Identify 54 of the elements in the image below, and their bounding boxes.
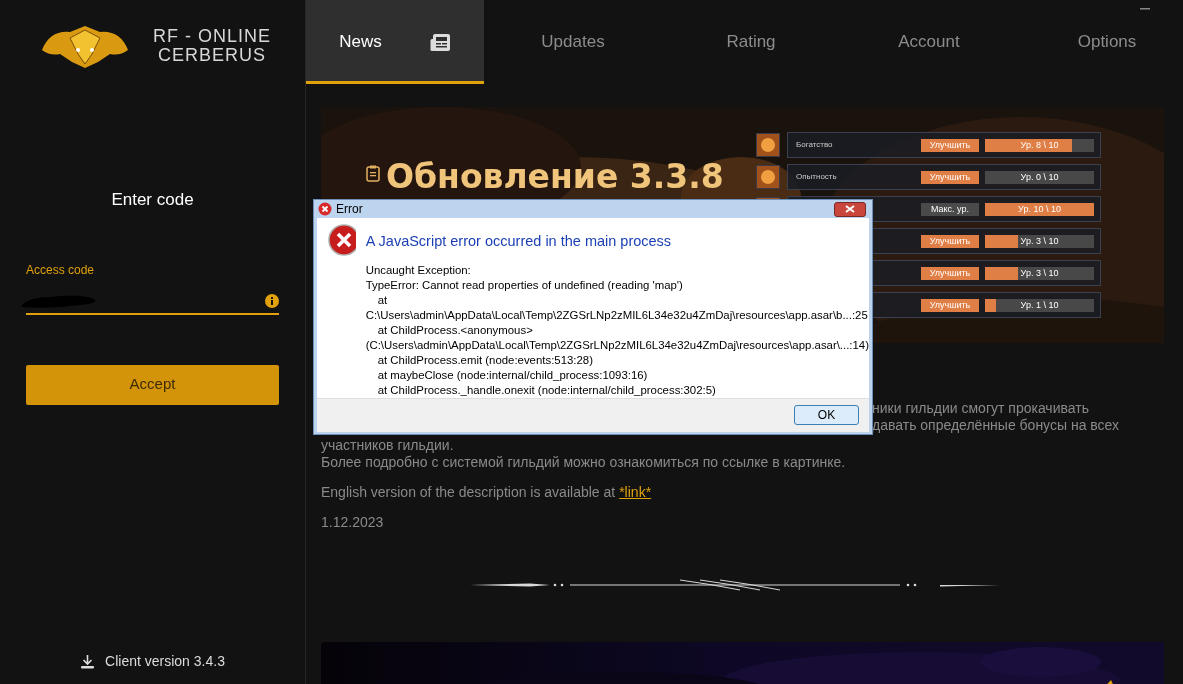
tab[interactable]: Rating [662, 0, 840, 84]
error-text-line: Uncaught Exception: [365, 262, 472, 278]
perk-name: Опытность [796, 171, 837, 183]
newspaper-icon [429, 32, 451, 52]
close-button[interactable] [834, 201, 866, 217]
level-reading: Ур. 0 \ 10 [1019, 170, 1060, 184]
level-reading: Ур. 8 \ 10 [1019, 138, 1060, 152]
perk-action[interactable]: Улучшить [921, 138, 979, 152]
download-icon [80, 654, 96, 669]
perk-action[interactable]: Улучшить [921, 266, 979, 280]
error-text-line: at ChildProcess._handle.onexit (node:internal/child_process:302:5) [376, 382, 717, 398]
brand-name: CERBERUS [158, 46, 266, 65]
level-reading: Ур. 10 \ 10 [1017, 202, 1062, 216]
close-icon [845, 205, 855, 213]
error-icon [328, 224, 356, 256]
perk-action[interactable]: Улучшить [921, 170, 979, 184]
error-text-line: at ChildProcess.<anonymous> [376, 322, 534, 338]
login-title: Enter code [110, 189, 195, 211]
news-text-line: участников гильдии. [321, 437, 455, 454]
perk-name: Богатство [796, 139, 833, 151]
perk-action[interactable]: Макс. ур. [921, 202, 979, 216]
field-label: Access code [26, 261, 96, 279]
info-icon[interactable] [265, 293, 279, 308]
description-link[interactable]: *link* [619, 484, 652, 501]
news-date: 1.12.2023 [321, 514, 385, 531]
ok-button[interactable]: OK [794, 405, 859, 426]
error-text-line: (C:\Users\admin\AppData\Local\Temp\2ZGSrLNp2zMIL6L34e32u4ZmDaj\resources\app.asar\...:14) [365, 337, 869, 353]
news-text-line: давать определённые бонусы на всех [872, 417, 1120, 434]
clipboard-icon [366, 165, 380, 182]
news-text-line: ники гильдии смогут прокачивать [872, 400, 1089, 417]
error-text-line: TypeError: Cannot read properties of undefined (reading 'map') [365, 277, 684, 293]
error-icon [318, 202, 332, 216]
english-note: English version of the description is available at [321, 484, 616, 501]
error-text-line: at [376, 292, 389, 308]
level-reading: Ур. 3 \ 10 [1019, 234, 1060, 248]
error-text-line: at ChildProcess.emit (node:events:513:28) [376, 352, 594, 368]
logo-icon [40, 24, 130, 68]
error-text-line: C:\Users\admin\AppData\Local\Temp\2ZGSrLNp2zMIL6L34e32u4ZmDaj\resources\app.asar\b...:25 [365, 307, 869, 323]
perk-action[interactable]: Улучшить [921, 234, 979, 248]
brand-name: RF - ONLINE [153, 27, 271, 46]
tab[interactable]: Options [1018, 0, 1183, 84]
error-text-line: at maybeClose (node:internal/child_process:1093:16) [376, 367, 649, 383]
level-reading: Ур. 3 \ 10 [1019, 266, 1060, 280]
client-version: Client version 3.4.3 [105, 652, 225, 671]
dialog-title: Error [336, 201, 363, 218]
dialog-heading: A JavaScript error occurred in the main process [365, 232, 673, 251]
perk-action[interactable]: Улучшить [921, 298, 979, 312]
tab[interactable]: Account [840, 0, 1018, 84]
news-text-line: Более подробно с системой гильдий можно ознакомиться по ссылке в картинке. [321, 454, 847, 471]
tab[interactable]: Updates [484, 0, 662, 84]
banner-title: Обновление 3.3.8 [386, 159, 724, 195]
tab[interactable]: News [306, 0, 484, 84]
accept-button[interactable]: Accept [26, 364, 279, 405]
level-reading: Ур. 1 \ 10 [1019, 298, 1060, 312]
